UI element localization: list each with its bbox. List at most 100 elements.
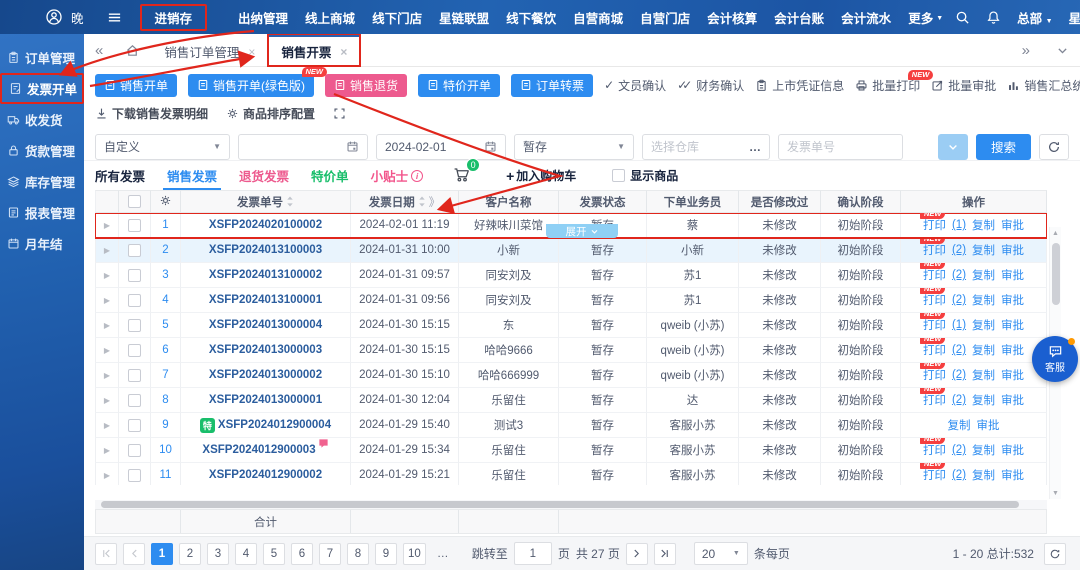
invoice-no-link[interactable]: XSFP2024012900004: [218, 419, 331, 431]
row-checkbox[interactable]: [128, 318, 141, 332]
page-number-button[interactable]: 8: [347, 542, 369, 565]
invoice-category-tab[interactable]: 小贴士 i: [371, 161, 424, 190]
row-number-link[interactable]: 8: [162, 394, 168, 406]
invoice-table-row[interactable]: ▶ 9 特 XSFP2024012900004 2024-01-29 15:40 …: [95, 413, 1047, 438]
topnav-item[interactable]: 线上商城: [305, 8, 355, 27]
print-count-link[interactable]: (1): [952, 319, 966, 331]
tenant-switcher[interactable]: 星辰科技DEV ▼: [1069, 8, 1080, 27]
toolbar-button[interactable]: 订单转票: [511, 73, 594, 97]
expand-row-icon[interactable]: ▶: [104, 446, 110, 455]
topnav-item[interactable]: 线下餐饮: [506, 8, 556, 27]
copy-link[interactable]: 复制: [972, 467, 995, 483]
cart-button[interactable]: 0: [453, 157, 481, 186]
copy-link[interactable]: 复制: [972, 292, 995, 308]
expand-row-icon[interactable]: ▶: [104, 396, 110, 405]
page-number-button[interactable]: 9: [375, 542, 397, 565]
checkbox[interactable]: [612, 169, 626, 182]
row-number-link[interactable]: 2: [162, 244, 168, 256]
row-checkbox[interactable]: [128, 218, 141, 232]
menu-hamburger-icon[interactable]: [107, 10, 122, 25]
copy-link[interactable]: 复制: [972, 267, 995, 283]
expand-filters-ribbon[interactable]: 展开: [546, 224, 618, 238]
add-to-cart-button[interactable]: + 加入购物车: [506, 167, 576, 184]
row-checkbox[interactable]: [128, 293, 141, 307]
print-count-link[interactable]: (2): [952, 269, 966, 281]
page-number-button[interactable]: 3: [207, 542, 229, 565]
date-range-type-select[interactable]: 自定义 ▼: [95, 133, 230, 160]
select-all-checkbox[interactable]: [128, 195, 141, 208]
print-count-link[interactable]: (2): [952, 369, 966, 381]
date-to-input[interactable]: 2024-02-01: [376, 133, 506, 160]
print-count-link[interactable]: (2): [952, 344, 966, 356]
print-link[interactable]: 打印 NEW: [919, 363, 946, 383]
print-link[interactable]: 打印 NEW: [919, 263, 946, 283]
header-cell[interactable]: 下单业务员: [647, 190, 739, 213]
invoice-no-link[interactable]: XSFP2024013000002: [209, 369, 322, 381]
toolbar-button[interactable]: 销售开单: [95, 73, 178, 97]
approve-link[interactable]: 审批: [1001, 392, 1024, 408]
print-count-link[interactable]: (2): [952, 444, 966, 456]
expand-row-icon[interactable]: ▶: [104, 246, 110, 255]
copy-link[interactable]: 复制: [972, 217, 995, 233]
approve-link[interactable]: 审批: [1001, 267, 1024, 283]
row-number-link[interactable]: 10: [159, 444, 172, 456]
row-checkbox[interactable]: [128, 343, 141, 357]
page-number-button[interactable]: 1: [151, 542, 173, 565]
vertical-scroll-thumb[interactable]: [1052, 243, 1060, 305]
page-tab[interactable]: 销售开票 ×: [267, 33, 362, 67]
toolbar-button[interactable]: 特价开单: [418, 73, 501, 97]
org-switcher[interactable]: 总部 ▼: [1017, 8, 1052, 27]
header-cell[interactable]: 操作: [901, 190, 1047, 213]
approve-link[interactable]: 审批: [1001, 217, 1024, 233]
header-invoice-date[interactable]: 发票日期 》: [351, 190, 459, 213]
horizontal-scroll-thumb[interactable]: [101, 501, 1019, 508]
customer-service-float-button[interactable]: 客服: [1032, 336, 1078, 382]
refresh-button[interactable]: [1039, 133, 1069, 160]
search-button[interactable]: 搜索: [975, 133, 1031, 160]
print-count-link[interactable]: (2): [952, 294, 966, 306]
row-checkbox[interactable]: [128, 393, 141, 407]
approve-link[interactable]: 审批: [1001, 342, 1024, 358]
toolbar-text-button[interactable]: 商品排序配置: [226, 105, 315, 122]
home-icon[interactable]: [114, 34, 151, 66]
expand-row-icon[interactable]: ▶: [104, 346, 110, 355]
approve-link[interactable]: 审批: [977, 417, 1000, 433]
topnav-item[interactable]: 自营门店: [640, 8, 690, 27]
first-page-button[interactable]: [95, 542, 117, 565]
row-number-link[interactable]: 4: [162, 294, 168, 306]
toolbar-text-button[interactable]: 销售汇总统计: [1007, 77, 1080, 94]
date-from-input[interactable]: [238, 133, 368, 160]
copy-link[interactable]: 复制: [948, 417, 971, 433]
prev-page-button[interactable]: [123, 542, 145, 565]
invoice-table-row[interactable]: ▶ 11 XSFP2024012900002 2024-01-29 15:21 …: [95, 463, 1047, 485]
copy-link[interactable]: 复制: [972, 242, 995, 258]
topnav-item[interactable]: 出纳管理: [238, 8, 288, 27]
toolbar-text-button[interactable]: 下载销售发票明细: [95, 105, 208, 122]
invoice-no-link[interactable]: XSFP2024013100003: [209, 244, 322, 256]
expand-row-icon[interactable]: ▶: [104, 221, 110, 230]
invoice-table-row[interactable]: ▶ 6 XSFP2024013000003 2024-01-30 15:15 哈…: [95, 338, 1047, 363]
fullscreen-button[interactable]: [333, 107, 346, 120]
collapse-tabs-icon[interactable]: «: [84, 34, 114, 66]
invoice-category-tab[interactable]: 所有发票: [95, 161, 145, 190]
expand-tabs-icon[interactable]: »: [1011, 42, 1041, 59]
row-checkbox[interactable]: [128, 443, 141, 457]
warehouse-picker[interactable]: 选择仓库 …: [642, 133, 770, 160]
toolbar-button[interactable]: 销售开单(绿色版) NEW: [188, 66, 328, 97]
topnav-item[interactable]: 进销存: [139, 3, 208, 31]
print-count-link[interactable]: (2): [952, 394, 966, 406]
invoice-no-link[interactable]: XSFP2024013000004: [209, 319, 322, 331]
column-settings-gear-icon[interactable]: [159, 194, 172, 210]
expand-row-icon[interactable]: ▶: [104, 421, 110, 430]
invoice-no-link[interactable]: XSFP2024012900002: [209, 469, 322, 481]
toolbar-button[interactable]: 销售退货: [325, 73, 408, 97]
print-link[interactable]: 打印 NEW: [919, 313, 946, 333]
invoice-category-tab[interactable]: 退货发票: [239, 161, 289, 190]
row-checkbox[interactable]: [128, 268, 141, 282]
page-number-button[interactable]: 2: [179, 542, 201, 565]
sidebar-item[interactable]: 订单管理: [0, 42, 84, 73]
invoice-table-row[interactable]: ▶ 8 XSFP2024013000001 2024-01-30 12:04 乐…: [95, 388, 1047, 413]
approve-link[interactable]: 审批: [1001, 242, 1024, 258]
print-link[interactable]: 打印 NEW: [919, 213, 946, 233]
print-link[interactable]: 打印 NEW: [919, 388, 946, 408]
